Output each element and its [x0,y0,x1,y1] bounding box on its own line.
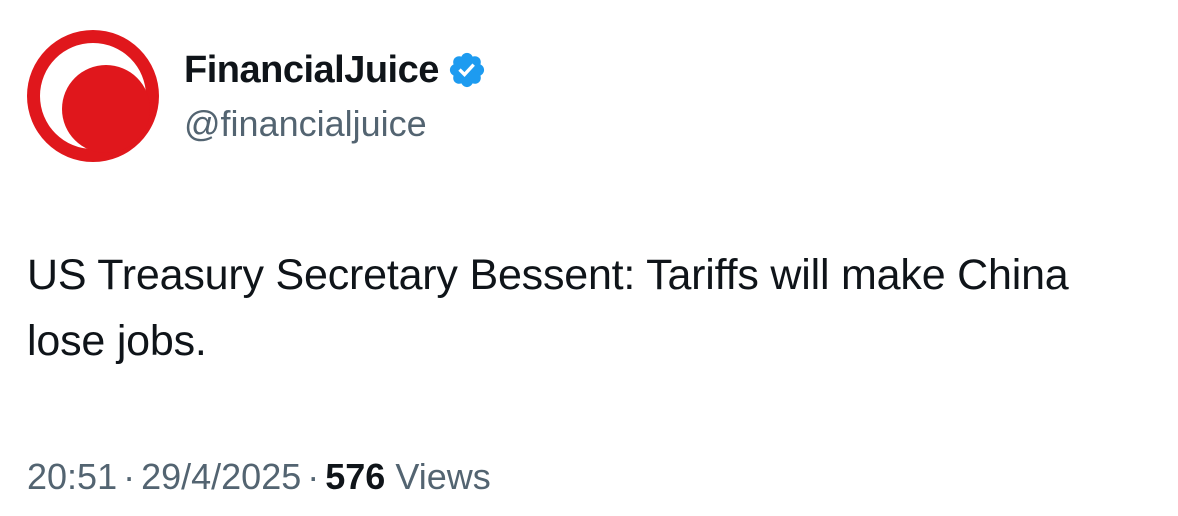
views-count[interactable]: 576 [325,456,385,497]
tweet-time[interactable]: 20:51 [27,456,117,497]
meta-separator: · [123,456,136,497]
tweet-card: FinancialJuice @financialjuice US Treasu… [0,0,1178,516]
avatar-ring [40,43,150,153]
meta-separator: · [307,456,320,497]
avatar-dot [62,65,150,153]
tweet-date[interactable]: 29/4/2025 [141,456,301,497]
tweet-text: US Treasury Secretary Bessent: Tariffs w… [27,251,1069,365]
author-display-name[interactable]: FinancialJuice [184,48,439,92]
author-name-row: FinancialJuice [184,48,487,92]
verified-badge-icon[interactable] [447,50,487,90]
author-handle[interactable]: @financialjuice [184,102,427,146]
views-label[interactable]: Views [395,456,490,497]
avatar[interactable] [27,30,159,162]
tweet-meta: 20:51 · 29/4/2025 · 576 Views [27,452,491,502]
